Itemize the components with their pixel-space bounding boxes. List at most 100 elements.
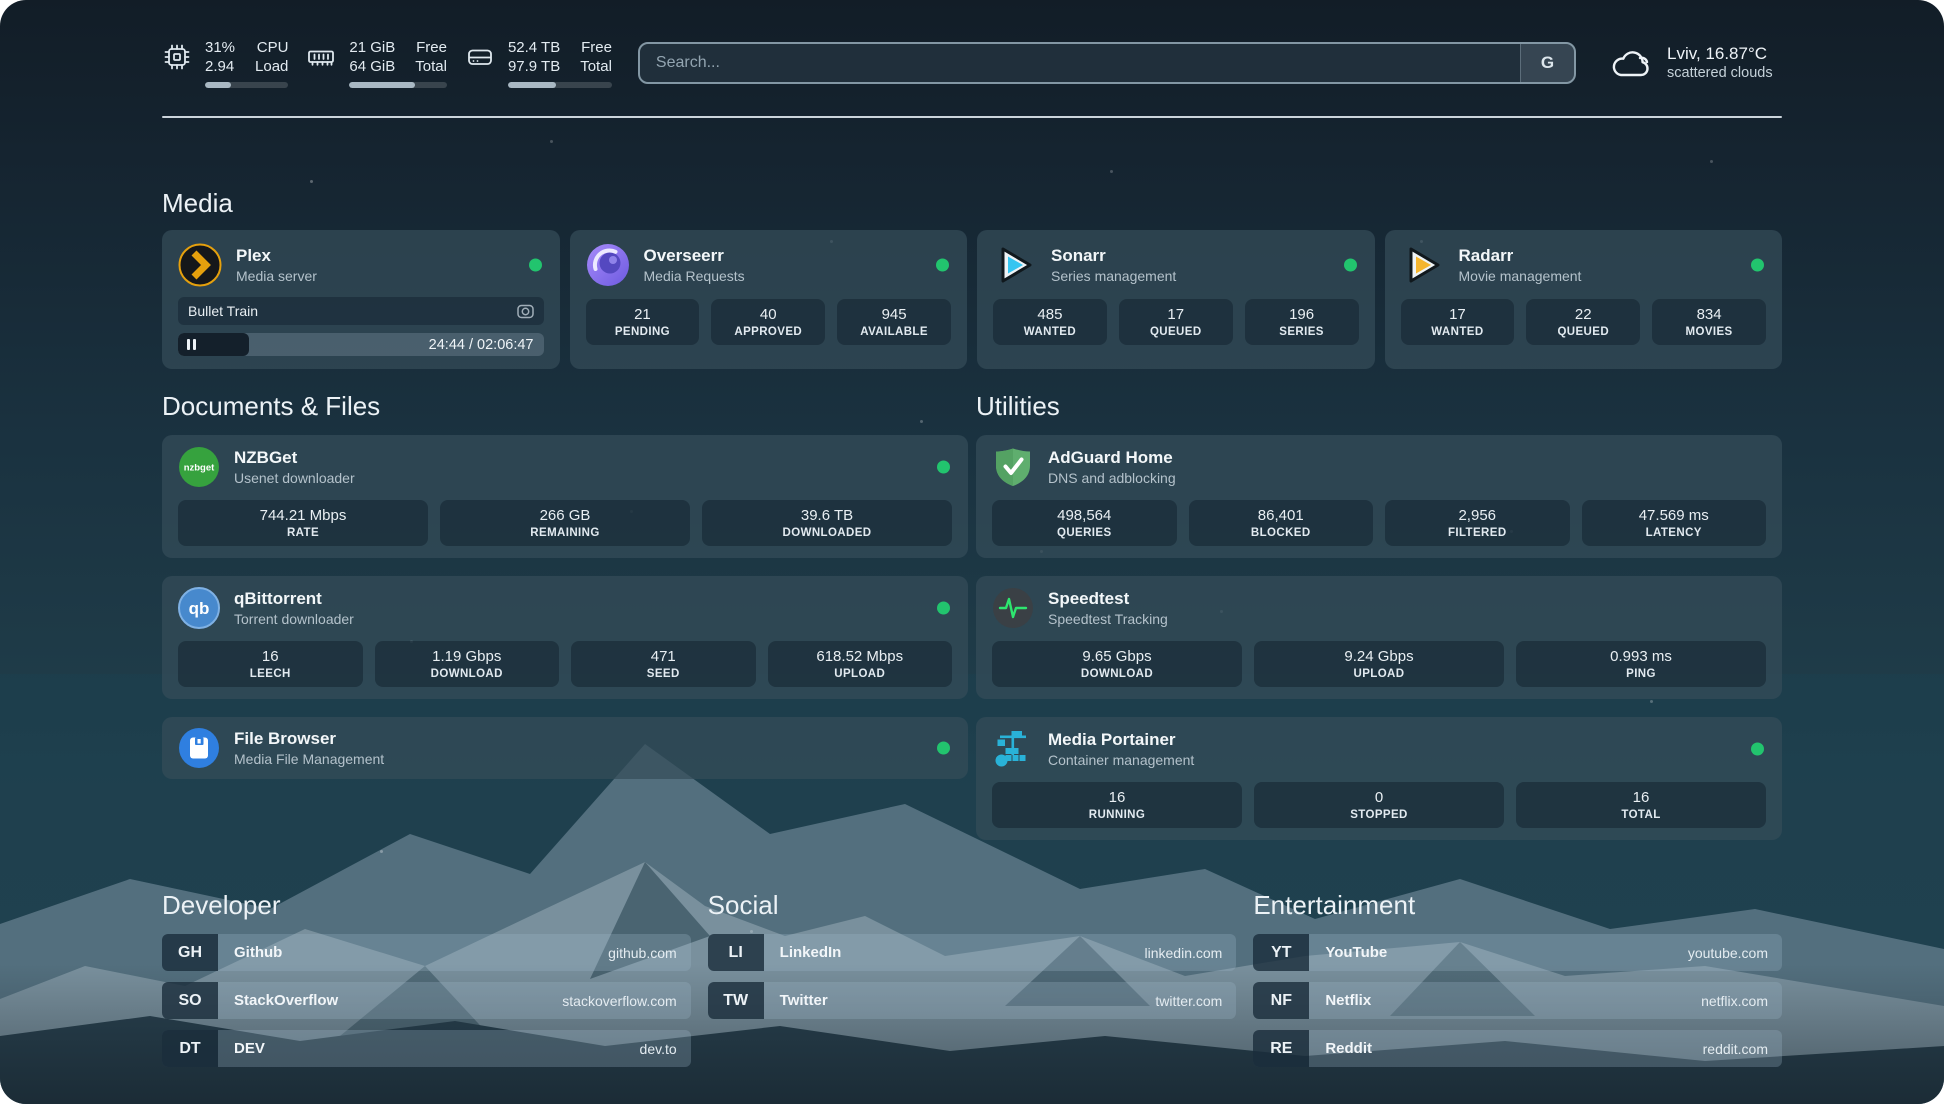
memory-progress-fill (349, 82, 414, 88)
stat-value: 1.19 Gbps (432, 648, 501, 665)
bookmark-name: StackOverflow (234, 982, 338, 1019)
now-playing-title: Bullet Train (188, 303, 258, 319)
service-name: File Browser (234, 728, 384, 750)
bookmark-name: Github (234, 934, 282, 971)
cpu-progress-fill (205, 82, 231, 88)
stat-box: 2,956 FILTERED (1385, 500, 1570, 546)
service-card-nzbget[interactable]: nzbget NZBGet Usenet downloader 744.21 M… (162, 435, 968, 558)
status-indicator (937, 461, 950, 474)
plex-icon (178, 243, 222, 287)
status-indicator (1751, 743, 1764, 756)
stat-box: 47.569 ms LATENCY (1582, 500, 1767, 546)
stat-label: FILTERED (1448, 526, 1507, 540)
bookmark-url: dev.to (640, 1030, 691, 1067)
stat-label: MOVIES (1686, 325, 1733, 339)
stat-value: 17 (1449, 306, 1466, 323)
weather-widget: Lviv, 16.87°C scattered clouds (1610, 43, 1782, 83)
memory-progress-track (349, 82, 447, 88)
service-card-portainer[interactable]: Media Portainer Container management 16 … (976, 717, 1782, 840)
stat-box: 498,564 QUERIES (992, 500, 1177, 546)
bookmark-abbr: GH (162, 934, 218, 971)
bookmark-abbr: DT (162, 1030, 218, 1067)
memory-total-value: 64 GiB (349, 57, 395, 76)
stat-label: QUEUED (1557, 325, 1609, 339)
service-card-sonarr[interactable]: Sonarr Series management 485 WANTED 17 Q… (977, 230, 1375, 369)
cpu-load-label: Load (255, 57, 288, 76)
weather-condition: scattered clouds (1667, 64, 1773, 83)
stat-box: 744.21 Mbps RATE (178, 500, 428, 546)
service-subtitle: Torrent downloader (234, 610, 354, 629)
stat-label: PING (1626, 667, 1656, 681)
stat-label: DOWNLOAD (1081, 667, 1153, 681)
service-name: Media Portainer (1048, 729, 1194, 751)
qbittorrent-icon: qb (178, 587, 220, 629)
search-provider-button[interactable]: G (1520, 44, 1574, 82)
documents-column: Documents & Files nzbget NZBGet Usenet d… (162, 391, 968, 779)
memory-free-label: Free (415, 38, 447, 57)
stat-label: WANTED (1431, 325, 1483, 339)
bookmark-url: stackoverflow.com (562, 982, 690, 1019)
bookmark-linkedin[interactable]: LI LinkedIn linkedin.com (708, 934, 1237, 971)
bookmark-netflix[interactable]: NF Netflix netflix.com (1253, 982, 1782, 1019)
stat-label: RATE (287, 526, 319, 540)
cpu-percent: 31% (205, 38, 235, 57)
service-card-speedtest[interactable]: Speedtest Speedtest Tracking 9.65 Gbps D… (976, 576, 1782, 699)
playback-progress-bar[interactable]: 24:44 / 02:06:47 (178, 333, 544, 356)
service-name: Plex (236, 245, 317, 267)
bookmark-twitter[interactable]: TW Twitter twitter.com (708, 982, 1237, 1019)
section-title-documents: Documents & Files (162, 391, 968, 421)
cpu-load-value: 2.94 (205, 57, 235, 76)
stat-label: AVAILABLE (860, 325, 928, 339)
bookmark-reddit[interactable]: RE Reddit reddit.com (1253, 1030, 1782, 1067)
playback-time: 24:44 / 02:06:47 (429, 337, 544, 353)
service-card-radarr[interactable]: Radarr Movie management 17 WANTED 22 QUE… (1385, 230, 1783, 369)
bookmark-name: LinkedIn (780, 934, 842, 971)
sonarr-icon (993, 243, 1037, 287)
bookmark-url: reddit.com (1703, 1030, 1782, 1067)
service-card-overseerr[interactable]: Overseerr Media Requests 21 PENDING 40 A… (570, 230, 968, 369)
section-title-developer: Developer (162, 890, 691, 920)
media-card-grid: Plex Media server Bullet Train 24:44 / 0 (162, 230, 1782, 369)
service-card-adguard[interactable]: AdGuard Home DNS and adblocking 498,564 … (976, 435, 1782, 558)
service-subtitle: Usenet downloader (234, 469, 355, 488)
stat-box: 196 SERIES (1245, 299, 1359, 345)
bookmark-abbr: RE (1253, 1030, 1309, 1067)
stat-box: 22 QUEUED (1526, 299, 1640, 345)
bookmark-github[interactable]: GH Github github.com (162, 934, 691, 971)
dashboard-app: 31% 2.94 CPU Load (0, 0, 1944, 1104)
topbar-divider (162, 116, 1782, 118)
service-card-qbittorrent[interactable]: qb qBittorrent Torrent downloader 16 LEE… (162, 576, 968, 699)
system-stats: 31% 2.94 CPU Load (162, 38, 612, 88)
bookmark-dev[interactable]: DT DEV dev.to (162, 1030, 691, 1067)
stat-value: 16 (1109, 789, 1126, 806)
service-card-plex[interactable]: Plex Media server Bullet Train 24:44 / 0 (162, 230, 560, 369)
disk-widget: 52.4 TB 97.9 TB Free Total (465, 38, 612, 88)
stat-box: 618.52 Mbps UPLOAD (768, 641, 953, 687)
stat-value: 21 (634, 306, 651, 323)
stat-value: 47.569 ms (1639, 507, 1709, 524)
service-subtitle: Movie management (1459, 267, 1582, 286)
section-title-utilities: Utilities (976, 391, 1782, 421)
stat-value: 0 (1375, 789, 1383, 806)
search-input[interactable] (640, 44, 1574, 82)
bookmark-stackoverflow[interactable]: SO StackOverflow stackoverflow.com (162, 982, 691, 1019)
stat-value: 16 (1633, 789, 1650, 806)
service-card-filebrowser[interactable]: File Browser Media File Management (162, 717, 968, 779)
pause-button[interactable] (187, 339, 196, 350)
stat-value: 86,401 (1258, 507, 1304, 524)
stat-label: BLOCKED (1251, 526, 1311, 540)
stat-value: 39.6 TB (801, 507, 853, 524)
svg-text:qb: qb (189, 599, 210, 618)
stat-box: 16 RUNNING (992, 782, 1242, 828)
stat-value: 9.24 Gbps (1344, 648, 1413, 665)
stat-label: DOWNLOAD (431, 667, 503, 681)
status-indicator (937, 742, 950, 755)
stat-value: 22 (1575, 306, 1592, 323)
bookmarks-developer: Developer GH Github github.com SO StackO… (162, 890, 691, 1078)
stat-label: LEECH (250, 667, 291, 681)
bookmark-youtube[interactable]: YT YouTube youtube.com (1253, 934, 1782, 971)
stat-value: 196 (1289, 306, 1314, 323)
radarr-icon (1401, 243, 1445, 287)
cpu-widget: 31% 2.94 CPU Load (162, 38, 288, 88)
section-title-social: Social (708, 890, 1237, 920)
